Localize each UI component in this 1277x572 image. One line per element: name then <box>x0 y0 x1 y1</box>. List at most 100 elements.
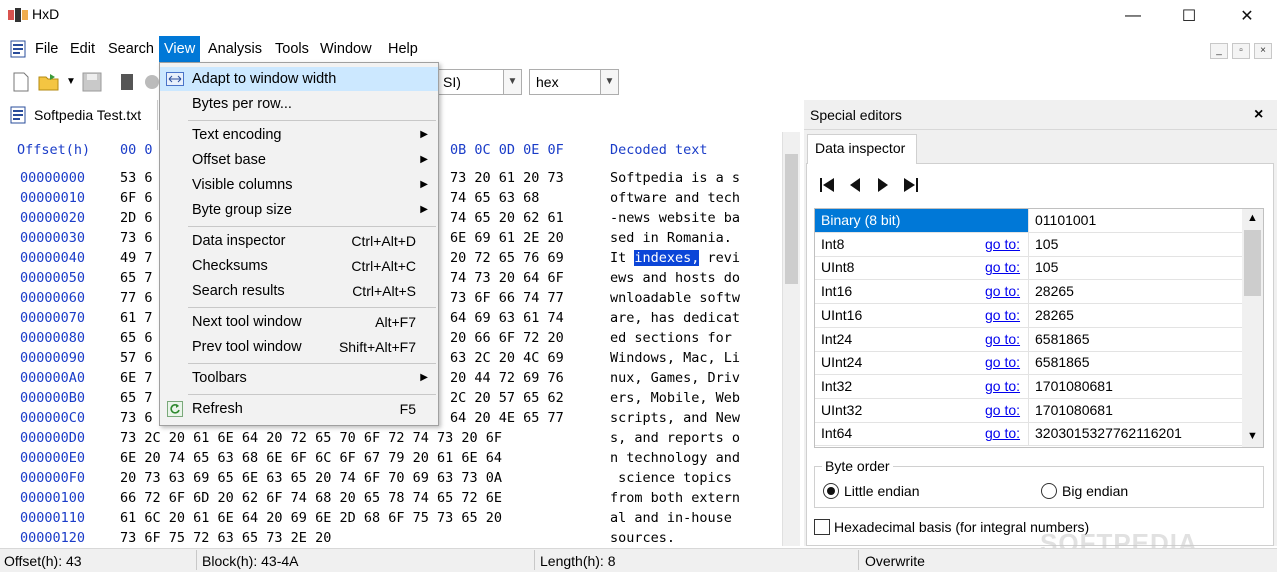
hex-file-icon <box>10 106 26 124</box>
inspector-row[interactable]: UInt32 go to: 1701080681 <box>815 398 1243 423</box>
inspector-row[interactable]: UInt8 go to: 105 <box>815 256 1243 281</box>
hex-row-offset: 00000060 <box>20 290 86 306</box>
offset-base-select-value: hex <box>536 74 559 90</box>
hex-row-bytes-right: 20 72 65 76 69 <box>450 250 564 266</box>
inspector-value[interactable]: 01101001 <box>1029 209 1243 232</box>
goto-link[interactable]: go to: <box>985 328 1020 351</box>
status-length: Length(h): 8 <box>540 553 616 569</box>
minimize-button[interactable]: — <box>1104 0 1162 32</box>
menu-item-toolbars[interactable]: Toolbars ▶ <box>160 366 438 390</box>
inspector-value[interactable]: 105 <box>1035 256 1058 279</box>
hex-basis-checkbox[interactable] <box>814 519 830 535</box>
inspector-value[interactable]: 3203015327762116201 <box>1035 422 1182 445</box>
little-endian-radio[interactable] <box>823 483 839 499</box>
hex-row-bytes-right: 73 20 61 20 73 <box>450 170 564 186</box>
inspector-row[interactable]: Int8 go to: 105 <box>815 232 1243 257</box>
goto-link[interactable]: go to: <box>985 304 1020 327</box>
menu-tools[interactable]: Tools <box>270 36 314 62</box>
goto-link[interactable]: go to: <box>985 351 1020 374</box>
menu-item-adapt-width[interactable]: Adapt to window width <box>160 67 438 91</box>
inspector-row[interactable]: Int24 go to: 6581865 <box>815 327 1243 352</box>
close-button[interactable]: ✕ <box>1218 0 1276 32</box>
goto-link[interactable]: go to: <box>985 233 1020 256</box>
menu-item-data-inspector[interactable]: Data inspector Ctrl+Alt+D <box>160 229 438 253</box>
menu-analysis[interactable]: Analysis <box>203 36 267 62</box>
special-editors-close-button[interactable]: × <box>1254 106 1263 124</box>
maximize-button[interactable]: ☐ <box>1160 0 1218 32</box>
mdi-close-button[interactable]: × <box>1254 43 1272 59</box>
inspector-value[interactable]: 28265 <box>1035 304 1074 327</box>
inspector-value[interactable]: 28265 <box>1035 280 1074 303</box>
mdi-restore-button[interactable]: ▫ <box>1232 43 1250 59</box>
menu-file[interactable]: File <box>30 36 63 62</box>
inspector-value[interactable]: 105 <box>1035 233 1058 256</box>
menu-item-checksums[interactable]: Checksums Ctrl+Alt+C <box>160 254 438 278</box>
open-folder-icon[interactable] <box>38 72 60 92</box>
menu-item-visible-columns[interactable]: Visible columns ▶ <box>160 173 438 197</box>
menu-item-refresh[interactable]: Refresh F5 <box>160 397 438 421</box>
goto-link[interactable]: go to: <box>985 280 1020 303</box>
inspector-scrollbar-thumb[interactable] <box>1244 230 1261 296</box>
inspector-row[interactable]: UInt24 go to: 6581865 <box>815 351 1243 376</box>
status-block: Block(h): 43-4A <box>202 553 299 569</box>
document-tab-label: Softpedia Test.txt <box>34 107 142 123</box>
inspector-row[interactable]: Int64 go to: 3203015327762116201 <box>815 422 1243 447</box>
menu-item-offset-base[interactable]: Offset base ▶ <box>160 148 438 172</box>
inspector-row[interactable]: UInt16 go to: 28265 <box>815 303 1243 328</box>
new-file-icon[interactable] <box>12 72 30 92</box>
encoding-select-value: SI) <box>443 74 461 90</box>
chevron-up-icon[interactable]: ▲ <box>1247 212 1258 224</box>
save-icon[interactable] <box>82 72 102 92</box>
inspector-type-name: UInt24 <box>821 354 863 371</box>
submenu-arrow-icon: ▶ <box>420 179 428 190</box>
menu-item-bytes-per-row[interactable]: Bytes per row... <box>160 92 438 116</box>
inspector-row[interactable]: Int16 go to: 28265 <box>815 280 1243 305</box>
menu-window[interactable]: Window <box>315 36 377 62</box>
menu-edit[interactable]: Edit <box>65 36 100 62</box>
menu-item-text-encoding[interactable]: Text encoding ▶ <box>160 123 438 147</box>
hex-row-decoded: science topics <box>610 470 741 486</box>
menu-item-search-results[interactable]: Search results Ctrl+Alt+S <box>160 279 438 303</box>
hex-scrollbar-thumb[interactable] <box>785 154 798 284</box>
goto-link[interactable]: go to: <box>985 399 1020 422</box>
last-icon[interactable] <box>902 176 920 194</box>
open-dropdown-arrow-icon[interactable]: ▼ <box>66 76 76 87</box>
inspector-value[interactable]: 6581865 <box>1035 328 1090 351</box>
inspector-value[interactable]: 1701080681 <box>1035 375 1113 398</box>
special-editors-title: Special editors <box>810 107 902 123</box>
hex-row-bytes-right: 64 20 4E 65 77 <box>450 410 564 426</box>
menu-item-byte-group-size[interactable]: Byte group size ▶ <box>160 198 438 222</box>
next-icon[interactable] <box>874 176 892 194</box>
menu-view[interactable]: View <box>159 36 201 62</box>
hex-row-decoded: sources. <box>610 530 684 546</box>
mdi-minimize-button[interactable]: _ <box>1210 43 1228 59</box>
print-icon[interactable] <box>144 72 160 92</box>
data-inspector-grid[interactable]: Binary (8 bit) 01101001 Int8 go to: 105 UInt8… <box>814 208 1264 448</box>
offset-base-select[interactable]: hex ▼ <box>529 69 619 95</box>
inspector-value[interactable]: 6581865 <box>1035 351 1090 374</box>
chevron-down-icon[interactable]: ▼ <box>503 70 521 94</box>
chevron-down-icon[interactable]: ▼ <box>1247 430 1258 442</box>
big-endian-radio[interactable] <box>1041 483 1057 499</box>
encoding-select[interactable]: SI) ▼ <box>436 69 522 95</box>
previous-icon[interactable] <box>846 176 864 194</box>
little-endian-label[interactable]: Little endian <box>844 483 920 499</box>
first-icon[interactable] <box>818 176 836 194</box>
goto-link[interactable]: go to: <box>985 422 1020 445</box>
chevron-down-icon[interactable]: ▼ <box>600 70 618 94</box>
menu-help[interactable]: Help <box>383 36 423 62</box>
menu-search[interactable]: Search <box>103 36 159 62</box>
inspector-row[interactable]: Binary (8 bit) 01101001 <box>815 209 1243 233</box>
menu-item-next-tool-window[interactable]: Next tool window Alt+F7 <box>160 310 438 334</box>
inspector-value[interactable]: 1701080681 <box>1035 399 1113 422</box>
close-file-icon[interactable] <box>118 72 136 92</box>
big-endian-label[interactable]: Big endian <box>1062 483 1128 499</box>
inspector-row[interactable]: Int32 go to: 1701080681 <box>815 374 1243 399</box>
hex-row-decoded[interactable]: It indexes, revi <box>610 250 740 270</box>
status-separator <box>196 550 197 570</box>
menu-item-prev-tool-window[interactable]: Prev tool window Shift+Alt+F7 <box>160 335 438 359</box>
column-divider <box>1028 327 1029 352</box>
hex-row-offset: 000000D0 <box>20 430 86 446</box>
goto-link[interactable]: go to: <box>985 256 1020 279</box>
goto-link[interactable]: go to: <box>985 375 1020 398</box>
